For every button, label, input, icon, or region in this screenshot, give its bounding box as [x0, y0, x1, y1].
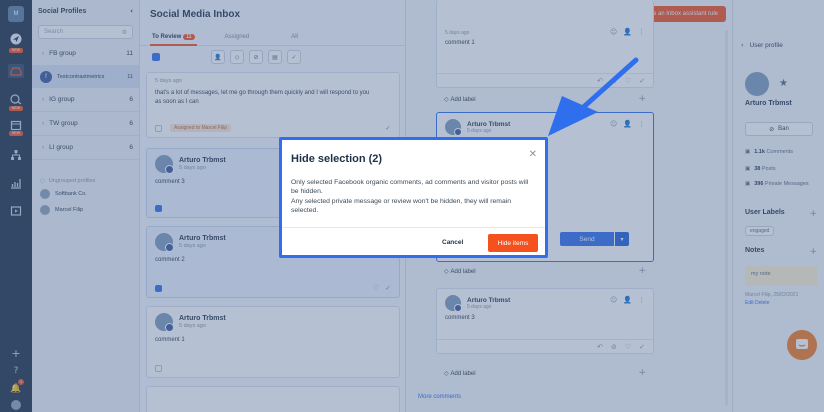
dialog-body: Only selected Facebook organic comments,… [291, 179, 529, 215]
hide-selection-dialog: Hide selection (2) ✕ Only selected Faceb… [279, 137, 548, 258]
hide-items-button[interactable]: Hide items [488, 234, 538, 252]
dialog-divider [282, 227, 545, 228]
dialog-title: Hide selection (2) [291, 153, 383, 165]
cancel-button[interactable]: Cancel [442, 239, 463, 246]
close-icon[interactable]: ✕ [529, 149, 537, 160]
